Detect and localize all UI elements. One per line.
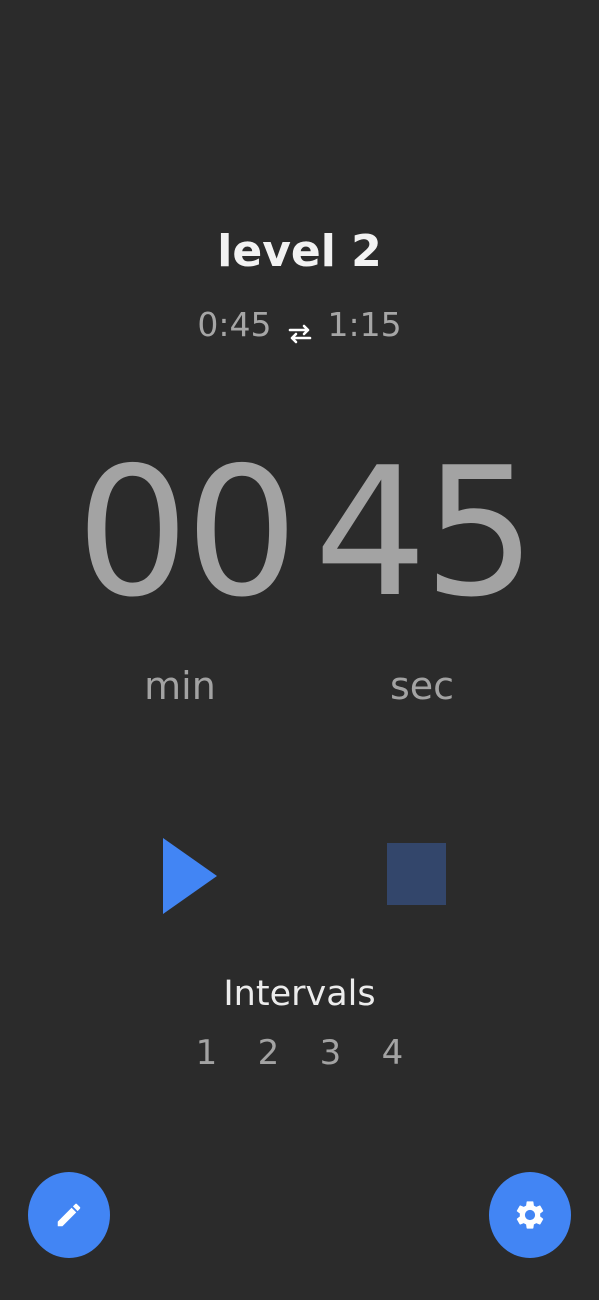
play-button[interactable]: [160, 838, 220, 914]
pencil-icon: [57, 1203, 81, 1227]
edit-button[interactable]: [28, 1172, 110, 1258]
interval-item-1[interactable]: 1: [195, 1033, 219, 1073]
interval-times: 0:45 1:15: [0, 305, 599, 344]
interval-item-4[interactable]: 4: [381, 1033, 405, 1073]
seconds-unit-label: sec: [389, 664, 455, 708]
level-title: level 2: [217, 226, 382, 277]
intervals-list: 1 2 3 4: [0, 1033, 599, 1073]
swap-arrows-icon: [286, 314, 314, 343]
intervals-label: Intervals: [223, 974, 376, 1014]
timer-seconds: 45: [314, 429, 537, 636]
interval-item-2[interactable]: 2: [257, 1033, 281, 1073]
stop-button[interactable]: [387, 843, 446, 905]
settings-button[interactable]: [489, 1172, 571, 1258]
timer-minutes: 00: [76, 429, 299, 636]
minutes-unit-label: min: [144, 664, 216, 708]
work-time: 0:45: [197, 305, 272, 344]
rest-time: 1:15: [327, 305, 402, 344]
interval-item-3[interactable]: 3: [319, 1033, 343, 1073]
play-icon: [163, 838, 217, 914]
gear-icon: [516, 1201, 544, 1229]
